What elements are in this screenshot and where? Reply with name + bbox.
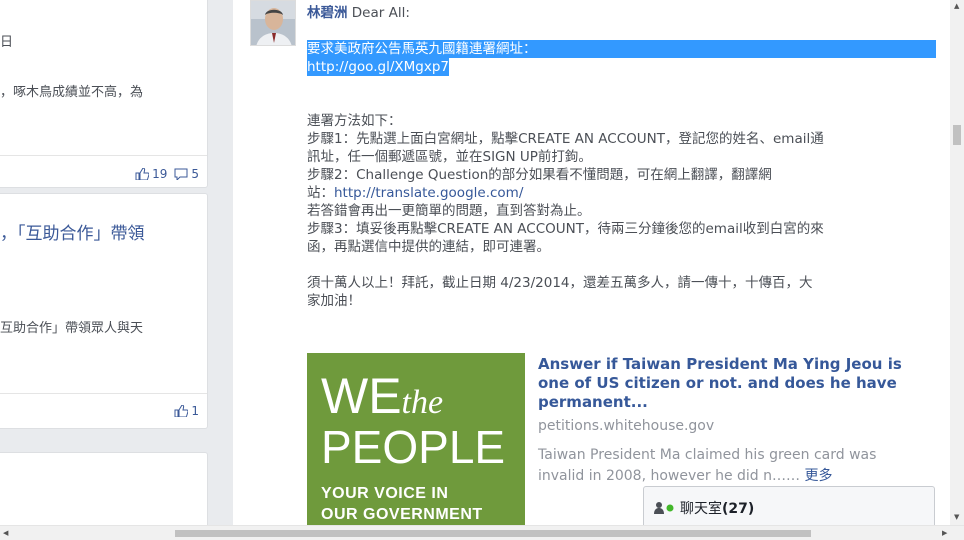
- scroll-left-arrow-icon[interactable]: ◀: [3, 530, 8, 537]
- comment-line-selected: 要求美政府公告馬英九國籍連署網址：: [307, 40, 936, 58]
- feed-card-stats: 1: [174, 404, 199, 418]
- feed-card[interactable]: ，「互助合作」帶領 互助合作」帶領眾人與天 1: [0, 193, 208, 429]
- feed-card[interactable]: 可NGO 環境信溝東田即: [0, 452, 208, 532]
- like-count: 19: [152, 167, 168, 181]
- avatar[interactable]: [250, 0, 296, 46]
- comment-line: 步驟1：先點選上面白宮網址，點擊CREATE AN ACCOUNT，登記您的姓名…: [307, 131, 824, 147]
- vertical-scroll-thumb[interactable]: [953, 125, 961, 145]
- like-count: 1: [191, 404, 199, 418]
- link-preview-domain: petitions.whitehouse.gov: [538, 418, 715, 434]
- comment-icon[interactable]: [174, 168, 188, 180]
- comment-line: 站：: [307, 185, 334, 201]
- logo-text-voice-1: YOUR VOICE IN: [321, 485, 449, 502]
- comment-line: 函，再點選信中提供的連結，即可連署。: [307, 239, 550, 255]
- left-feed-column: 日 ，啄木鳥成績並不高，為 19 5 ，「互助合作」帶領 互助合作」帶領眾人與天…: [0, 0, 233, 540]
- comment-line: 步驟2：Challenge Question的部分如果看不懂問題，可在網上翻譯，…: [307, 167, 772, 183]
- petition-link[interactable]: http://goo.gl/XMgxp7: [307, 58, 449, 76]
- see-more-link[interactable]: 更多: [804, 468, 832, 484]
- comment-line: 家加油！: [307, 293, 361, 309]
- vertical-scrollbar[interactable]: ▲ ▼: [950, 0, 964, 525]
- logo-text-we: WEthe: [321, 368, 444, 424]
- feed-card-snippet: 日: [0, 35, 14, 50]
- comment-greeting: Dear All:: [347, 5, 410, 21]
- people-online-icon: [654, 502, 674, 514]
- comment-line: 步驟3：填妥後再點擊CREATE AN ACCOUNT，待兩三分鐘後您的emai…: [307, 221, 824, 237]
- comment-line: 訊址，任一個郵遞區號，並在SIGN UP前打鉤。: [307, 149, 592, 165]
- feed-card-snippet: 互助合作」帶領眾人與天: [0, 321, 144, 336]
- comment-line-with-link: 站：http://translate.google.com/: [307, 184, 937, 202]
- comment-panel: 林碧洲 Dear All: 要求美政府公告馬英九國籍連署網址： http://g…: [233, 0, 950, 525]
- chat-tab[interactable]: 聊天室(27): [643, 486, 935, 530]
- comment-count: 5: [191, 167, 199, 181]
- comment-body: 林碧洲 Dear All: 要求美政府公告馬英九國籍連署網址： http://g…: [307, 4, 937, 310]
- like-icon[interactable]: [135, 168, 150, 180]
- logo-text-voice-2: OUR GOVERNMENT: [321, 506, 483, 523]
- divider: [0, 155, 207, 156]
- scroll-down-arrow-icon[interactable]: ▼: [954, 514, 959, 521]
- horizontal-scrollbar[interactable]: ◀ ▶: [0, 525, 964, 540]
- comment-line: 連署方法如下：: [307, 113, 402, 129]
- scroll-up-arrow-icon[interactable]: ▲: [954, 3, 959, 10]
- comment-author-link[interactable]: 林碧洲: [307, 5, 348, 21]
- we-the-people-logo[interactable]: WEthe PEOPLE YOUR VOICE IN OUR GOVERNMEN…: [307, 353, 525, 525]
- translate-link[interactable]: http://translate.google.com/: [334, 185, 523, 201]
- chat-tab-label: 聊天室(27): [680, 501, 755, 517]
- divider: [0, 393, 207, 394]
- horizontal-scroll-thumb[interactable]: [175, 530, 811, 537]
- like-icon[interactable]: [174, 405, 189, 417]
- comment-line: 若答錯會再出一更簡單的問題，直到答對為止。: [307, 203, 591, 219]
- feed-card-title[interactable]: ，「互助合作」帶領: [0, 219, 145, 244]
- feed-card-snippet: ，啄木鳥成績並不高，為: [0, 85, 144, 100]
- logo-text-people: PEOPLE: [321, 421, 506, 473]
- comment-header: 林碧洲 Dear All:: [307, 4, 937, 22]
- link-preview-description: Taiwan President Ma claimed his green ca…: [538, 447, 877, 484]
- link-preview-title[interactable]: Answer if Taiwan President Ma Ying Jeou …: [538, 355, 928, 412]
- comment-line: 須十萬人以上！拜託，截止日期 4/23/2014，還差五萬多人，請一傳十，十傳百…: [307, 275, 813, 291]
- scroll-right-arrow-icon[interactable]: ▶: [942, 530, 947, 537]
- chat-online-count: (27): [722, 501, 755, 517]
- feed-card[interactable]: 日 ，啄木鳥成績並不高，為 19 5: [0, 0, 208, 188]
- feed-card-stats: 19 5: [135, 167, 199, 181]
